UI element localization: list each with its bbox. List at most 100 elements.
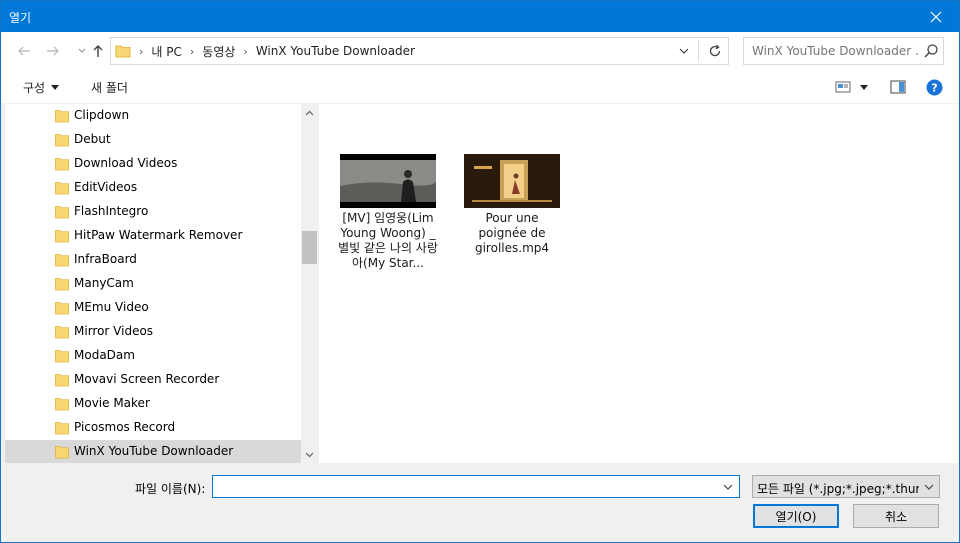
tree-item[interactable]: Mirror Videos xyxy=(5,320,301,344)
file-type-select[interactable]: 모든 파일 (*.jpg;*.jpeg;*.thumb xyxy=(752,475,940,498)
folder-icon xyxy=(55,206,69,219)
help-icon: ? xyxy=(926,79,942,95)
tree-item-label: FlashIntegro xyxy=(74,204,149,218)
file-item[interactable]: [MV] 임영웅(Lim Young Woong) _ 별빛 같은 나의 사랑아… xyxy=(338,154,438,271)
filename-combobox[interactable] xyxy=(212,475,740,498)
tree-item-label: Movavi Screen Recorder xyxy=(74,372,220,386)
search-box[interactable] xyxy=(743,37,944,65)
tree-item[interactable]: MEmu Video xyxy=(5,296,301,320)
filename-label: 파일 이름(N): xyxy=(135,482,206,496)
tree-item-label: WinX YouTube Downloader xyxy=(74,444,234,458)
refresh-icon xyxy=(709,44,720,57)
tree-item[interactable]: Clipdown xyxy=(5,104,301,128)
search-icon[interactable] xyxy=(923,43,939,59)
change-view-button[interactable] xyxy=(833,77,853,97)
forward-button[interactable] xyxy=(42,40,64,62)
filename-dropdown-button[interactable] xyxy=(717,476,739,497)
tree-item-label: HitPaw Watermark Remover xyxy=(74,228,243,242)
file-item[interactable]: Pour une poignée de girolles.mp4 xyxy=(462,154,562,256)
folder-icon xyxy=(55,302,69,315)
preview-pane-icon xyxy=(890,80,906,94)
tree-item-label: Mirror Videos xyxy=(74,324,154,338)
close-button[interactable] xyxy=(913,1,959,32)
folder-icon xyxy=(55,422,69,435)
chevron-down-icon xyxy=(305,452,314,457)
tree-item[interactable]: FlashIntegro xyxy=(5,200,301,224)
file-name: [MV] 임영웅(Lim Young Woong) _ 별빛 같은 나의 사랑아… xyxy=(338,211,438,270)
file-name: Pour une poignée de girolles.mp4 xyxy=(474,211,550,255)
breadcrumb: › 내 PC › 동영상 › WinX YouTube Downloader xyxy=(115,38,415,64)
back-button[interactable] xyxy=(13,40,35,62)
tree-item[interactable]: ModaDam xyxy=(5,344,301,368)
folder-icon xyxy=(55,326,69,339)
tree-item[interactable]: Download Videos xyxy=(5,152,301,176)
navigation-pane[interactable]: Clipdown Debut Download Videos EditVideo… xyxy=(5,104,301,463)
caret-down-icon xyxy=(860,84,868,90)
scroll-thumb[interactable] xyxy=(302,231,317,264)
chevron-up-icon xyxy=(305,110,314,115)
open-button[interactable]: 열기(O) xyxy=(753,504,839,528)
folder-icon xyxy=(55,350,69,363)
dialog-title: 열기 xyxy=(9,11,32,25)
tree-item-label: Picosmos Record xyxy=(74,420,176,434)
address-row: › 내 PC › 동영상 › WinX YouTube Downloader xyxy=(1,32,959,69)
breadcrumb-item-pc[interactable]: 내 PC xyxy=(151,43,181,60)
preview-pane-button[interactable] xyxy=(887,77,909,97)
address-history-dropdown[interactable] xyxy=(671,38,697,64)
folder-icon xyxy=(55,278,69,291)
tree-item[interactable]: EditVideos xyxy=(5,176,301,200)
tree-item[interactable]: InfraBoard xyxy=(5,248,301,272)
folder-icon xyxy=(115,45,131,58)
tree-item-label: Debut xyxy=(74,132,111,146)
dialog-footer: 파일 이름(N): 모든 파일 (*.jpg;*.jpeg;*.thumb 열기… xyxy=(1,463,959,542)
divider xyxy=(698,40,699,62)
organize-button[interactable]: 구성 xyxy=(23,79,60,96)
view-icon xyxy=(835,81,851,93)
tree-item-label: InfraBoard xyxy=(74,252,137,266)
view-options-dropdown[interactable] xyxy=(856,77,872,97)
video-thumbnail-icon xyxy=(340,154,436,208)
tree-item[interactable]: Debut xyxy=(5,128,301,152)
back-arrow-icon xyxy=(18,46,30,56)
chevron-down-icon xyxy=(78,48,86,53)
cancel-button[interactable]: 취소 xyxy=(853,504,939,528)
command-bar: 구성 새 폴더 ? xyxy=(1,69,959,104)
tree-item-selected[interactable]: WinX YouTube Downloader xyxy=(5,440,301,463)
svg-text:?: ? xyxy=(931,81,937,94)
tree-item[interactable]: ManyCam xyxy=(5,272,301,296)
caret-down-icon xyxy=(51,85,60,90)
folder-icon xyxy=(55,254,69,267)
tree-item-label: Clipdown xyxy=(74,108,130,122)
scroll-down-button[interactable] xyxy=(301,446,318,463)
tree-item-label: ManyCam xyxy=(74,276,134,290)
close-icon xyxy=(930,11,942,22)
folder-icon xyxy=(55,182,69,195)
new-folder-button[interactable]: 새 폴더 xyxy=(91,79,128,96)
file-type-value: 모든 파일 (*.jpg;*.jpeg;*.thumb xyxy=(757,482,919,496)
tree-item[interactable]: Picosmos Record xyxy=(5,416,301,440)
breadcrumb-item-current[interactable]: WinX YouTube Downloader xyxy=(256,44,415,58)
breadcrumb-separator-icon: › xyxy=(139,44,144,58)
filename-input[interactable] xyxy=(213,476,713,497)
tree-item[interactable]: Movie Maker xyxy=(5,392,301,416)
up-button[interactable] xyxy=(87,40,109,62)
breadcrumb-item-videos[interactable]: 동영상 xyxy=(202,43,235,60)
search-input[interactable] xyxy=(744,38,919,64)
scroll-up-button[interactable] xyxy=(301,104,318,121)
open-file-dialog: 열기 › 내 PC › 동영상 › WinX YouTube Downloade… xyxy=(0,0,960,543)
tree-item-label: Movie Maker xyxy=(74,396,150,410)
navigation-scrollbar[interactable] xyxy=(301,104,318,463)
help-button[interactable]: ? xyxy=(923,77,945,97)
refresh-button[interactable] xyxy=(701,38,728,64)
chevron-down-icon xyxy=(679,48,689,54)
title-bar: 열기 xyxy=(1,1,959,32)
file-type-dropdown-button[interactable] xyxy=(921,478,937,496)
tree-item-label: Download Videos xyxy=(74,156,178,170)
chevron-down-icon xyxy=(924,484,934,490)
folder-icon xyxy=(55,446,69,459)
folder-icon xyxy=(55,158,69,171)
tree-item[interactable]: Movavi Screen Recorder xyxy=(5,368,301,392)
tree-item[interactable]: HitPaw Watermark Remover xyxy=(5,224,301,248)
address-bar[interactable]: › 내 PC › 동영상 › WinX YouTube Downloader xyxy=(110,37,729,65)
file-list[interactable]: [MV] 임영웅(Lim Young Woong) _ 별빛 같은 나의 사랑아… xyxy=(319,104,959,463)
